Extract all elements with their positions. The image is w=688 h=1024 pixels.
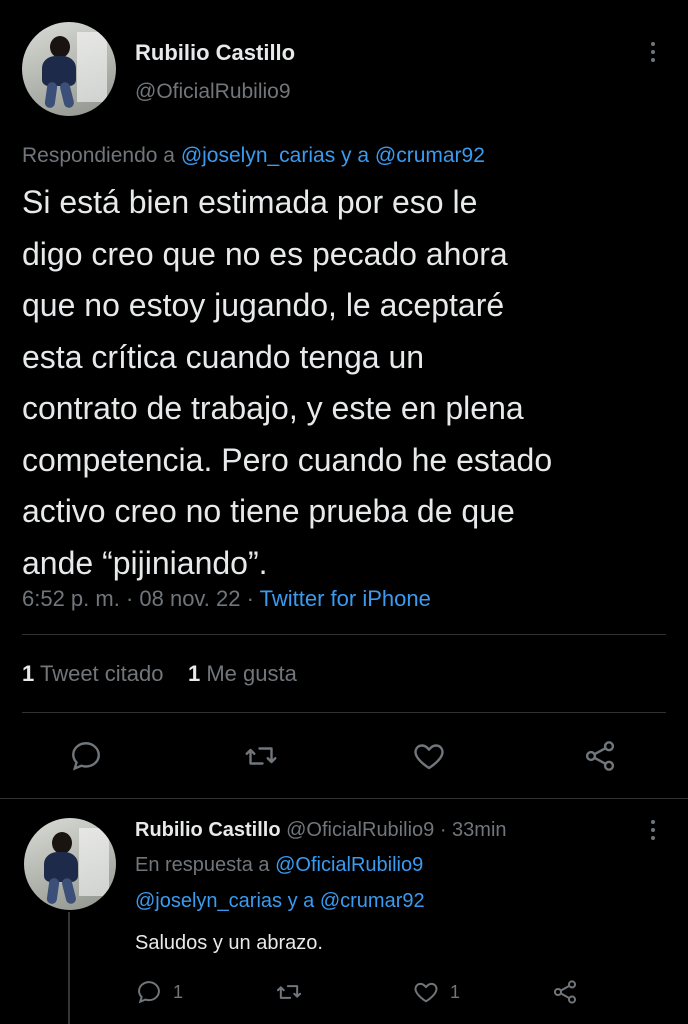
tweet-text-line: ande “pijiniando”.	[22, 544, 268, 581]
tweet-text-line: contrato de trabajo, y este en plena	[22, 390, 524, 426]
reply-in-user[interactable]: @OficialRubilio9	[275, 854, 423, 876]
thread-line	[68, 912, 70, 1024]
like-button[interactable]	[411, 738, 447, 774]
more-icon[interactable]	[650, 42, 656, 66]
like-icon	[414, 744, 444, 770]
main-avatar[interactable]	[22, 22, 116, 116]
divider	[22, 634, 666, 635]
reply-share-button[interactable]	[551, 978, 589, 1006]
tweet-text-line: activo creo no tiene prueba de que	[22, 493, 515, 529]
like-label: Me gusta	[206, 661, 297, 686]
likes-stat[interactable]: 1 Me gusta	[188, 661, 297, 686]
like-count: 1	[187, 661, 201, 686]
reply-like-count: 1	[450, 981, 461, 1002]
quote-count: 1	[22, 661, 35, 686]
tweet-stats: 1 Tweet citado 1 Me gusta	[22, 661, 297, 687]
reply-text: Saludos y un abrazo.	[135, 932, 323, 954]
tweet-time[interactable]: 6:52 p. m. · 08 nov. 22 ·	[22, 586, 254, 611]
tweet-source[interactable]: Twitter for iPhone	[260, 586, 431, 611]
author-handle[interactable]: @OficialRubilio9	[135, 80, 291, 104]
tweet-text-line: Si está bien estimada por eso le	[22, 184, 478, 220]
like-icon	[414, 982, 438, 1003]
reply-like-button[interactable]: 1	[412, 978, 460, 1006]
reply-header: Rubilio Castillo @OficialRubilio9 · 33mi…	[135, 819, 507, 842]
retweet-icon	[276, 985, 302, 999]
more-icon[interactable]	[650, 820, 656, 844]
tweet-text-line: digo creo que no es pecado ahora	[22, 235, 508, 272]
divider	[0, 798, 688, 799]
reply-reply-count: 1	[173, 981, 184, 1002]
tweet-text-line: esta crítica cuando tenga un	[22, 338, 425, 375]
reply-button[interactable]	[68, 738, 104, 774]
quote-label: Tweet citado	[39, 661, 164, 686]
retweet-icon	[245, 747, 277, 765]
replying-prefix: Respondiendo a	[22, 144, 175, 167]
tweet-text-line: que no estoy jugando, le aceptaré	[22, 287, 505, 323]
reply-in-users[interactable]: @joselyn_carias y a @crumar92	[135, 890, 425, 913]
replying-users[interactable]: @joselyn_carias y a @crumar92	[181, 144, 485, 167]
share-icon	[553, 980, 577, 1004]
share-button[interactable]	[582, 738, 618, 774]
retweet-button[interactable]	[243, 738, 279, 774]
reply-in-response: En respuesta a @OficialRubilio9	[135, 854, 423, 877]
quote-tweets-stat[interactable]: 1 Tweet citado	[22, 661, 163, 686]
reply-author-handle[interactable]: @OficialRubilio9 · 33min	[286, 819, 506, 841]
tweet-meta: 6:52 p. m. · 08 nov. 22 · Twitter for iP…	[22, 586, 431, 612]
replying-to: Respondiendo a @joselyn_carias y a @crum…	[22, 144, 485, 168]
reply-icon	[138, 981, 160, 1004]
reply-reply-button[interactable]: 1	[135, 978, 183, 1006]
share-icon	[585, 741, 615, 771]
divider	[22, 712, 666, 713]
reply-author-name[interactable]: Rubilio Castillo	[135, 819, 281, 841]
author-name[interactable]: Rubilio Castillo	[135, 40, 295, 66]
reply-avatar[interactable]	[24, 818, 116, 910]
reply-icon	[72, 742, 100, 771]
reply-in-prefix: En respuesta a	[135, 854, 270, 876]
tweet-text-line: competencia. Pero cuando he estado	[22, 441, 553, 478]
tweet-text: Si está bien estimada por eso le digo cr…	[22, 177, 672, 589]
reply-retweet-button[interactable]	[275, 978, 313, 1006]
